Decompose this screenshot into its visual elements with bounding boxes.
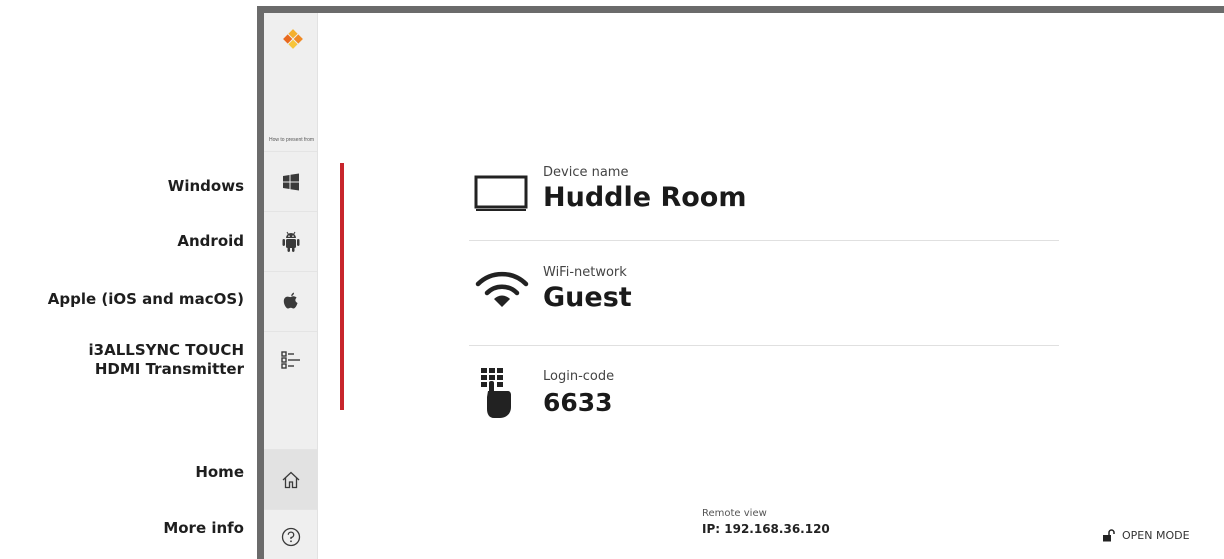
callout-transmitter-line1: i3ALLSYNC TOUCH xyxy=(88,341,244,359)
wifi-icon xyxy=(475,271,529,307)
divider xyxy=(469,240,1059,241)
sidebar: How to present from xyxy=(264,13,318,559)
callout-home: Home xyxy=(195,463,244,481)
logo-icon xyxy=(283,29,303,49)
divider xyxy=(469,345,1059,346)
login-value: 6633 xyxy=(543,388,613,417)
open-mode-indicator: OPEN MODE xyxy=(1102,529,1190,542)
wifi-block: WiFi-network Guest xyxy=(543,265,632,313)
sidebar-item-transmitter[interactable] xyxy=(264,331,317,392)
device-screen: How to present from Device name Huddle R… xyxy=(257,6,1224,559)
help-icon xyxy=(281,527,300,547)
callout-apple: Apple (iOS and macOS) xyxy=(47,290,244,308)
home-icon xyxy=(282,471,299,489)
ip-prefix: IP: xyxy=(702,522,721,536)
callout-more-info: More info xyxy=(163,519,244,537)
how-to-present-label: How to present from xyxy=(269,137,315,143)
sidebar-item-home[interactable] xyxy=(264,449,317,510)
transmitter-icon xyxy=(280,351,300,369)
wifi-label: WiFi-network xyxy=(543,265,627,280)
ip-address: IP: 192.168.36.120 xyxy=(702,522,830,536)
unlocked-icon xyxy=(1103,529,1115,542)
android-icon xyxy=(282,231,299,252)
login-block: Login-code 6633 xyxy=(543,369,614,417)
accent-bar xyxy=(340,163,344,410)
sidebar-item-help[interactable] xyxy=(264,509,317,559)
sidebar-item-windows[interactable] xyxy=(264,151,317,212)
monitor-icon xyxy=(474,175,528,211)
windows-icon xyxy=(282,173,299,191)
open-mode-label: OPEN MODE xyxy=(1122,529,1190,542)
remote-view-label: Remote view xyxy=(702,508,767,519)
login-label: Login-code xyxy=(543,369,615,384)
callout-transmitter: i3ALLSYNC TOUCH HDMI Transmitter xyxy=(89,341,244,379)
remote-view: Remote view IP: 192.168.36.120 xyxy=(702,508,830,536)
device-name-label: Device name xyxy=(543,165,629,180)
callout-android: Android xyxy=(177,232,244,250)
ip-value: 192.168.36.120 xyxy=(724,522,830,536)
wifi-value: Guest xyxy=(543,282,632,313)
keypad-hand-icon xyxy=(481,368,511,418)
callout-transmitter-line2: HDMI Transmitter xyxy=(94,360,244,378)
sidebar-item-apple[interactable] xyxy=(264,271,317,332)
sidebar-item-android[interactable] xyxy=(264,211,317,272)
device-name-value: Huddle Room xyxy=(543,182,747,213)
device-name-block: Device name Huddle Room xyxy=(543,165,746,213)
callout-windows: Windows xyxy=(167,177,244,195)
apple-icon xyxy=(283,292,297,309)
